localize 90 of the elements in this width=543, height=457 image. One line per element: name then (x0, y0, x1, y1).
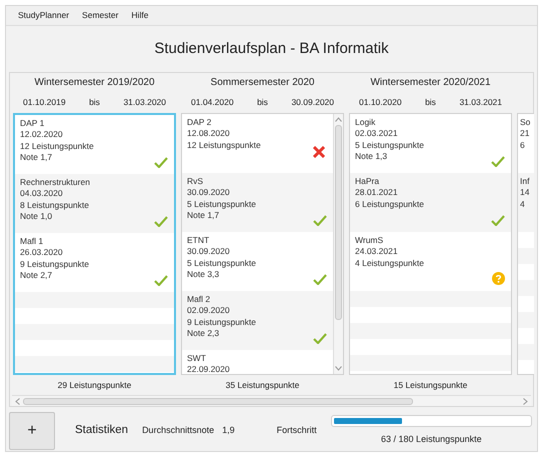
add-button[interactable]: + (9, 412, 55, 450)
start-date: 01.10.2020 (359, 96, 402, 110)
module-name: DAP 2 (187, 116, 212, 128)
module-credits: 6 Leistungspunkte (355, 198, 424, 210)
checkmark-icon (154, 216, 168, 227)
module-date: 24.03.2021 (355, 246, 398, 258)
stats-heading: Statistiken (75, 422, 128, 438)
scrollbar-thumb[interactable] (335, 124, 342, 320)
cross-icon (313, 146, 325, 158)
module-date: 12.08.2020 (187, 128, 230, 140)
checkmark-icon (491, 156, 505, 167)
checkmark-icon (313, 274, 327, 285)
module-credits: 12 Leistungspunkte (187, 140, 261, 152)
checkmark-icon (154, 156, 168, 168)
module-credits: 6 (520, 140, 525, 151)
module-name: ETNT (187, 234, 210, 246)
module-entry[interactable]: RvS 30.09.2020 5 Leistungspunkte Note 1,7 (182, 172, 333, 232)
module-date: 14 (520, 187, 530, 198)
end-date: 30.09.2020 (291, 96, 334, 110)
module-credits: 12 Leistungspunkte (20, 140, 94, 152)
end-date: 31.03.2020 (123, 96, 166, 110)
module-grade: Note 1,7 (187, 210, 220, 222)
module-date: 26.03.2020 (20, 247, 63, 259)
module-grade: Note 1,0 (20, 211, 52, 223)
module-name: DAP 1 (20, 118, 44, 130)
checkmark-icon (154, 274, 168, 286)
module-name: RvS (187, 176, 204, 188)
module-grade: Note 1,7 (20, 152, 52, 164)
average-label: Durchschnittsnote (142, 424, 214, 437)
module-credits: 8 Leistungspunkte (20, 200, 89, 212)
progress-text: 63 / 180 Leistungspunkte (381, 432, 482, 446)
module-grade: Note 1,3 (355, 151, 388, 163)
module-credits: 4 Leistungspunkte (355, 258, 424, 270)
module-name: Mafl 1 (20, 236, 44, 248)
semester-credits: 35 Leistungspunkte (226, 380, 300, 390)
date-separator: bis (425, 96, 436, 110)
page-title: Studienverlaufsplan - BA Informatik (154, 38, 389, 59)
menu-item[interactable]: Hilfe (131, 9, 148, 22)
checkmark-icon (313, 332, 327, 344)
module-credits: 5 Leistungspunkte (355, 140, 424, 152)
module-date: 22.09.2020 (187, 364, 230, 374)
module-name: SWT (187, 352, 206, 364)
semester-title: Wintersemester 2020/2021 (370, 77, 491, 88)
module-date: 28.01.2021 (355, 187, 398, 199)
module-credits: 5 Leistungspunkte (187, 258, 256, 270)
module-entry[interactable]: Inf 14 4 (518, 172, 534, 232)
module-date: 30.09.2020 (187, 187, 230, 199)
module-name: So (520, 116, 530, 128)
module-credits: 9 Leistungspunkte (187, 316, 256, 328)
semester-credits: 29 Leistungspunkte (58, 380, 132, 390)
horizontal-scrollbar[interactable] (12, 395, 531, 406)
module-date: 04.03.2020 (20, 188, 63, 200)
checkmark-icon (313, 214, 327, 226)
module-credits: 9 Leistungspunkte (20, 258, 89, 270)
module-date: 02.03.2021 (355, 128, 398, 140)
module-name: Logik (355, 116, 376, 128)
module-credits: 4 (520, 198, 525, 210)
module-date: 30.09.2020 (187, 246, 230, 258)
module-date: 21 (520, 128, 530, 140)
start-date: 01.10.2019 (23, 96, 66, 110)
date-separator: bis (257, 96, 268, 110)
module-grade: Note 2,7 (20, 270, 52, 282)
progress-label: Fortschritt (276, 424, 317, 437)
module-name: Mafl 2 (187, 294, 210, 306)
module-name: HaPra (355, 176, 380, 188)
module-credits: 5 Leistungspunkte (187, 198, 256, 210)
semester-title: Sommersemester 2020 (210, 77, 314, 88)
module-entry[interactable]: Mafl 2 02.09.2020 9 Leistungspunkte Note 2,3 (182, 290, 333, 350)
vertical-scrollbar[interactable] (333, 114, 343, 374)
end-date: 31.03.2021 (459, 96, 502, 110)
module-entry[interactable]: HaPra 28.01.2021 6 Leistungspunkte (350, 172, 511, 232)
menu-item[interactable]: StudyPlanner (18, 9, 70, 22)
module-date: 12.02.2020 (20, 129, 63, 141)
module-grade: Note 3,3 (187, 269, 220, 281)
menu-item[interactable]: Semester (82, 9, 118, 22)
semester-credits: 15 Leistungspunkte (394, 380, 468, 390)
average-value: 1,9 (222, 424, 235, 437)
semester-title: Wintersemester 2019/2020 (34, 77, 155, 88)
start-date: 01.04.2020 (191, 96, 234, 110)
module-name: WrumS (355, 234, 384, 246)
scrollbar-thumb[interactable] (23, 398, 413, 404)
question-icon (492, 272, 505, 285)
date-separator: bis (89, 96, 100, 110)
module-entry[interactable]: Rechnerstrukturen 04.03.2020 8 Leistungspunkte Note 1,0 (15, 174, 174, 233)
module-entry[interactable]: SWT 22.09.2020 (182, 350, 333, 374)
module-name: Rechnerstrukturen (20, 176, 90, 188)
module-name: Inf (520, 176, 530, 187)
module-date: 02.09.2020 (187, 305, 230, 317)
checkmark-icon (491, 214, 505, 226)
module-grade: Note 2,3 (187, 328, 220, 340)
